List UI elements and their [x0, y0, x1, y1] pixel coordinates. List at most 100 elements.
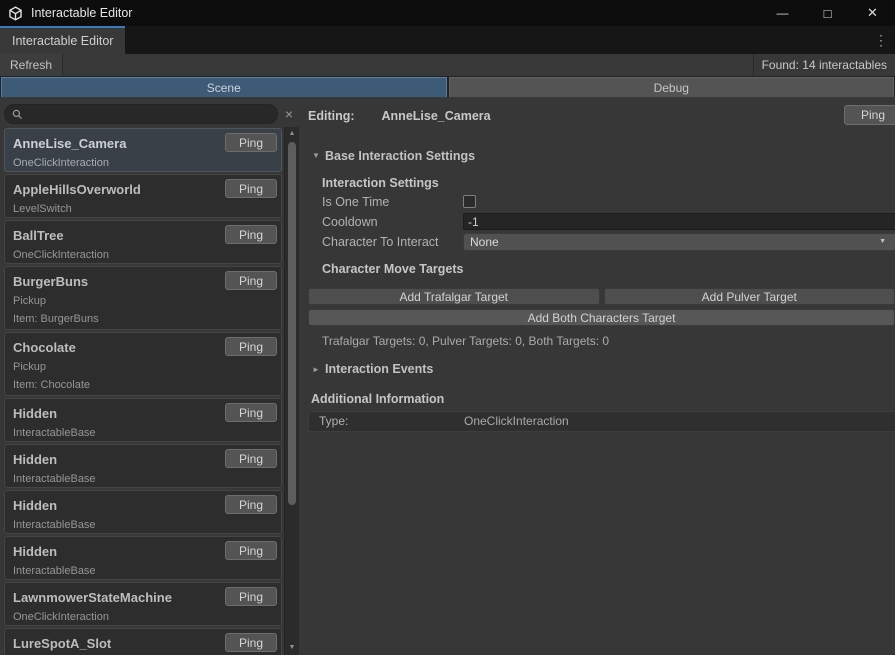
item-sublines: InteractableBase: [13, 565, 273, 577]
cooldown-label: Cooldown: [322, 215, 463, 229]
list-item[interactable]: AppleHillsOverworld Ping LevelSwitch: [4, 174, 282, 218]
character-to-interact-label: Character To Interact: [322, 235, 463, 249]
item-subtitle: OneClickInteraction: [13, 611, 273, 623]
item-ping-button[interactable]: Ping: [225, 225, 277, 244]
tab-menu-button[interactable]: ⋮: [867, 32, 895, 49]
item-subtitle: InteractableBase: [13, 565, 273, 577]
item-subtitle: LevelSwitch: [13, 203, 273, 215]
search-box: [4, 104, 278, 124]
list-scrollbar[interactable]: ▲ ▼: [284, 127, 299, 655]
search-clear-button[interactable]: ×: [281, 106, 297, 122]
item-subtitle: InteractableBase: [13, 427, 273, 439]
foldout-closed-icon: ►: [312, 365, 325, 374]
character-to-interact-dropdown[interactable]: None ▼: [463, 233, 895, 251]
item-ping-button[interactable]: Ping: [225, 541, 277, 560]
search-input[interactable]: [28, 106, 270, 122]
toolbar: Refresh Found: 14 interactables: [0, 54, 895, 77]
item-ping-button[interactable]: Ping: [225, 337, 277, 356]
interactable-editor-window: Interactable Editor — □ ✕ Interactable E…: [0, 0, 895, 655]
editor-panel: Editing: AnneLise_Camera Ping ▼ Base Int…: [300, 97, 895, 655]
add-pulver-target-button[interactable]: Add Pulver Target: [604, 288, 895, 305]
scrollbar-thumb[interactable]: [288, 142, 296, 505]
list-item[interactable]: Hidden Ping InteractableBase: [4, 490, 282, 534]
cooldown-row: Cooldown: [322, 212, 895, 231]
foldout-open-icon: ▼: [312, 151, 325, 160]
add-trafalgar-target-button[interactable]: Add Trafalgar Target: [308, 288, 600, 305]
type-value: OneClickInteraction: [464, 414, 569, 428]
list-item[interactable]: Hidden Ping InteractableBase: [4, 398, 282, 442]
item-subtitle: Pickup: [13, 361, 273, 373]
is-one-time-checkbox[interactable]: [463, 195, 476, 208]
item-ping-button[interactable]: Ping: [225, 449, 277, 468]
item-sublines: LevelSwitch: [13, 203, 273, 215]
scroll-up-icon[interactable]: ▲: [285, 128, 299, 140]
kebab-menu-icon: ⋮: [874, 32, 888, 48]
list-item[interactable]: AnneLise_Camera Ping OneClickInteraction: [4, 128, 282, 172]
list-item[interactable]: BallTree Ping OneClickInteraction: [4, 220, 282, 264]
minimize-button[interactable]: —: [760, 0, 805, 26]
item-sublines: InteractableBase: [13, 519, 273, 531]
clear-icon: ×: [285, 106, 293, 122]
list-item[interactable]: Hidden Ping InteractableBase: [4, 536, 282, 580]
dropdown-value: None: [470, 235, 499, 249]
add-both-characters-target-button[interactable]: Add Both Characters Target: [308, 309, 895, 326]
item-ping-button[interactable]: Ping: [225, 133, 277, 152]
scroll-down-icon[interactable]: ▼: [285, 642, 299, 654]
item-subtitle: OneClickInteraction: [13, 249, 273, 261]
character-to-interact-row: Character To Interact None ▼: [322, 232, 895, 251]
item-subtitle: InteractableBase: [13, 473, 273, 485]
item-sublines: InteractableBase: [13, 427, 273, 439]
editing-ping-button[interactable]: Ping: [844, 105, 895, 125]
interaction-events-foldout[interactable]: ► Interaction Events: [312, 362, 895, 377]
tab-scene[interactable]: Scene: [1, 77, 447, 97]
item-ping-button[interactable]: Ping: [225, 271, 277, 290]
tab-strip: Interactable Editor ⋮: [0, 26, 895, 54]
tab-interactable-editor[interactable]: Interactable Editor: [0, 26, 125, 54]
editing-header: Editing: AnneLise_Camera Ping: [308, 106, 895, 126]
targets-summary: Trafalgar Targets: 0, Pulver Targets: 0,…: [322, 334, 895, 348]
item-sublines: Pickup Item: BurgerBuns: [13, 295, 273, 325]
cooldown-input[interactable]: [463, 213, 895, 230]
maximize-icon: □: [824, 6, 832, 21]
editing-target-name: AnneLise_Camera: [382, 109, 491, 123]
minimize-icon: —: [777, 6, 789, 20]
found-count-label: Found: 14 interactables: [753, 54, 895, 76]
close-button[interactable]: ✕: [850, 0, 895, 26]
item-sublines: PickupItem: Chocolate: [13, 361, 273, 391]
add-target-buttons-row: Add Trafalgar Target Add Pulver Target: [308, 288, 895, 305]
scene-list-panel: × AnneLise_Camera Ping OneClickInteracti…: [0, 97, 300, 655]
character-move-targets-heading: Character Move Targets: [322, 262, 895, 277]
is-one-time-label: Is One Time: [322, 195, 463, 209]
item-ping-button[interactable]: Ping: [225, 179, 277, 198]
tab-debug[interactable]: Debug: [449, 77, 895, 97]
search-icon: [12, 109, 23, 120]
window-title: Interactable Editor: [31, 6, 132, 20]
additional-information-heading: Additional Information: [311, 392, 895, 407]
base-interaction-settings-foldout[interactable]: ▼ Base Interaction Settings: [312, 148, 895, 163]
list-item[interactable]: Hidden Ping InteractableBase: [4, 444, 282, 488]
maximize-button[interactable]: □: [805, 0, 850, 26]
type-info-row: Type: OneClickInteraction: [308, 411, 895, 432]
item-ping-button[interactable]: Ping: [225, 587, 277, 606]
list-item[interactable]: LureSpotA_Slot Ping: [4, 628, 282, 655]
is-one-time-row: Is One Time: [322, 192, 895, 211]
item-ping-button[interactable]: Ping: [225, 633, 277, 652]
refresh-button[interactable]: Refresh: [0, 54, 63, 76]
item-ping-button[interactable]: Ping: [225, 403, 277, 422]
item-subtitle: Pickup: [13, 295, 273, 307]
content-area: × AnneLise_Camera Ping OneClickInteracti…: [0, 97, 895, 655]
base-foldout-label: Base Interaction Settings: [325, 149, 475, 163]
item-subtitle: Item: BurgerBuns: [13, 313, 273, 325]
list-item[interactable]: LawnmowerStateMachine Ping OneClickInter…: [4, 582, 282, 626]
chevron-down-icon: ▼: [879, 238, 886, 245]
interaction-settings-heading: Interaction Settings: [322, 176, 895, 191]
item-sublines: OneClickInteraction: [13, 249, 273, 261]
list-item[interactable]: Chocolate Ping PickupItem: Chocolate: [4, 332, 282, 396]
interactable-list: AnneLise_Camera Ping OneClickInteraction…: [4, 128, 282, 655]
item-sublines: OneClickInteraction: [13, 611, 273, 623]
toolbar-spacer: [63, 54, 753, 76]
list-item[interactable]: BurgerBuns Ping PickupItem: BurgerBuns: [4, 266, 282, 330]
item-sublines: InteractableBase: [13, 473, 273, 485]
titlebar: Interactable Editor — □ ✕: [0, 0, 895, 26]
item-ping-button[interactable]: Ping: [225, 495, 277, 514]
